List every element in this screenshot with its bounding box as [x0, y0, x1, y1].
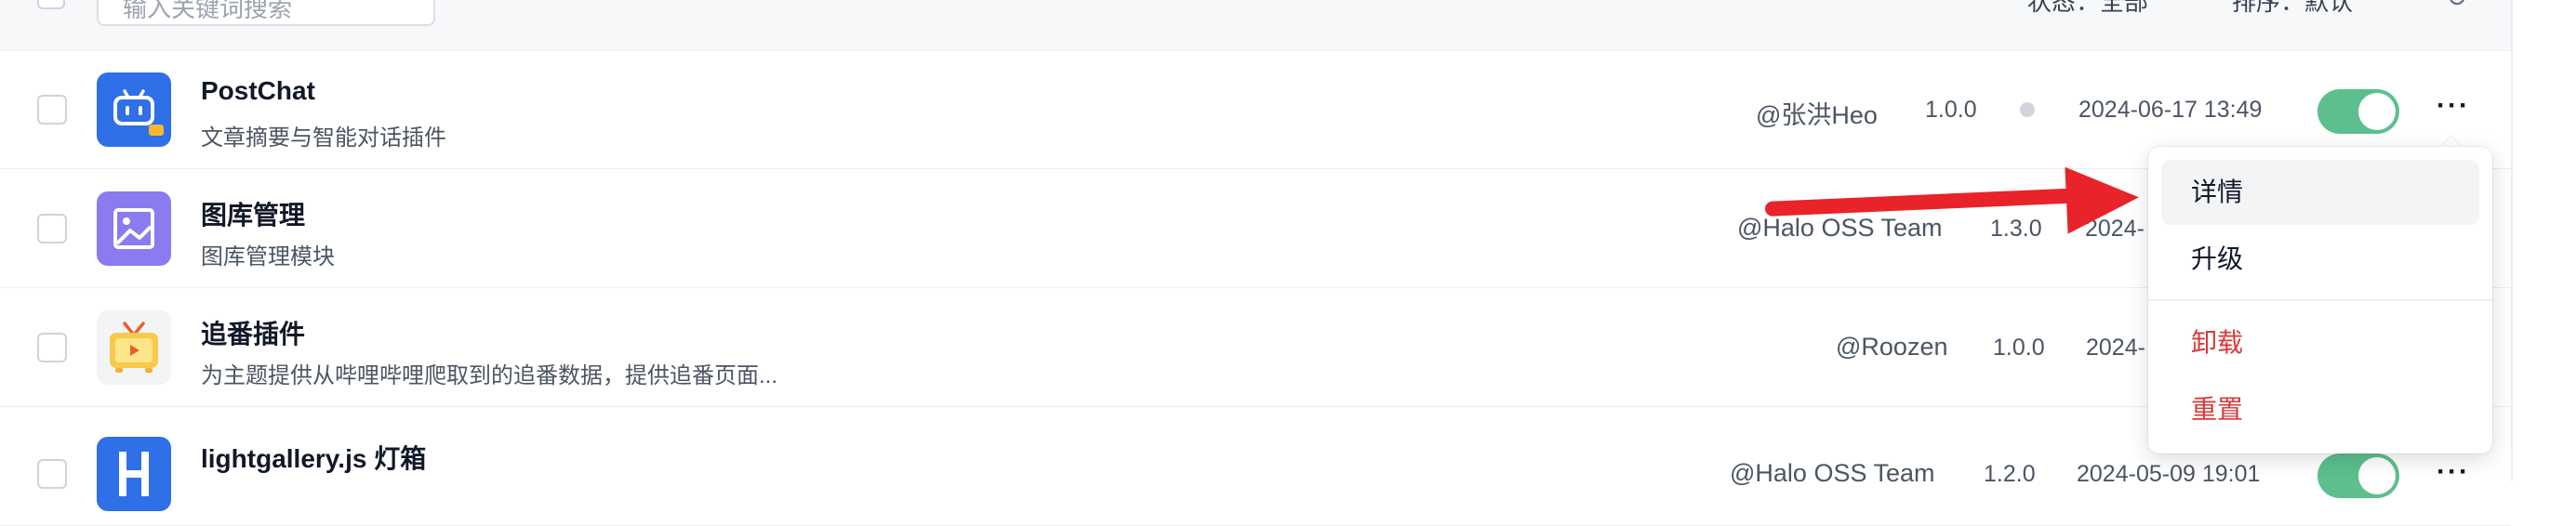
plugin-version: 1.0.0	[1925, 97, 1977, 123]
more-actions-button[interactable]: ···	[2431, 454, 2476, 498]
plugin-version: 1.0.0	[1993, 335, 2045, 361]
plugin-author[interactable]: @Roozen	[1836, 333, 1947, 362]
status-filter[interactable]: 状态：全部	[2027, 0, 2148, 14]
menu-item-reset[interactable]: 重置	[2161, 377, 2479, 442]
toggle-knob	[2358, 457, 2396, 494]
plugin-row[interactable]: 追番插件 为主题提供从哔哩哔哩爬取到的追番数据，提供追番页面... @Rooze…	[0, 288, 2511, 407]
more-actions-button[interactable]: ···	[2431, 87, 2476, 132]
panel-border	[2511, 0, 2513, 481]
toggle-knob	[2358, 93, 2396, 130]
enable-toggle[interactable]	[2317, 454, 2399, 498]
plugin-row[interactable]: PostChat 文章摘要与智能对话插件 @张洪Heo 1.0.0 2024-0…	[0, 50, 2511, 169]
plugin-version: 1.2.0	[1984, 461, 2036, 487]
menu-divider	[2148, 299, 2492, 301]
plugin-description: 图库管理模块	[201, 244, 335, 270]
row-checkbox[interactable]	[37, 94, 67, 125]
filter-bar: 状态：全部 排序：默认 ↻	[0, 0, 2511, 51]
plugin-name[interactable]: lightgallery.js 灯箱	[201, 439, 426, 476]
plugin-date: 2024-06-17 13:49	[2078, 97, 2263, 123]
letter-h-icon	[97, 437, 171, 511]
row-checkbox[interactable]	[37, 213, 67, 243]
plugin-description: 文章摘要与智能对话插件	[201, 125, 446, 151]
robot-icon	[97, 72, 171, 147]
menu-item-uninstall[interactable]: 卸载	[2161, 310, 2479, 375]
plugin-name[interactable]: 追番插件	[201, 314, 305, 351]
select-all-checkbox[interactable]	[37, 0, 65, 9]
plugin-author[interactable]: @张洪Heo	[1756, 95, 1878, 131]
plugin-author[interactable]: @Halo OSS Team	[1730, 459, 1935, 488]
tv-icon	[97, 310, 171, 385]
plugin-row[interactable]: lightgallery.js 灯箱 @Halo OSS Team 1.2.0 …	[0, 407, 2511, 526]
plugin-version: 1.3.0	[1990, 216, 2042, 242]
menu-item-details[interactable]: 详情	[2161, 160, 2479, 225]
status-dot	[2020, 102, 2035, 117]
sort-filter[interactable]: 排序：默认	[2232, 0, 2353, 14]
plugin-description: 为主题提供从哔哩哔哩爬取到的追番数据，提供追番页面...	[201, 363, 778, 388]
annotation-arrow-head	[2065, 164, 2141, 234]
row-checkbox[interactable]	[37, 332, 67, 362]
plugin-author[interactable]: @Halo OSS Team	[1737, 214, 1943, 243]
plugin-date: 2024-05-09 19:01	[2077, 461, 2261, 487]
refresh-icon[interactable]: ↻	[2446, 0, 2467, 11]
menu-item-upgrade[interactable]: 升级	[2161, 227, 2479, 292]
search-input[interactable]	[97, 0, 435, 26]
actions-dropdown-menu: 详情 升级 卸载 重置	[2148, 147, 2492, 454]
plugin-name[interactable]: PostChat	[201, 76, 315, 106]
plugin-date: 2024-	[2086, 335, 2145, 361]
enable-toggle[interactable]	[2317, 89, 2399, 134]
row-checkbox[interactable]	[37, 459, 67, 489]
image-icon	[97, 191, 171, 266]
plugin-name[interactable]: 图库管理	[201, 195, 305, 232]
